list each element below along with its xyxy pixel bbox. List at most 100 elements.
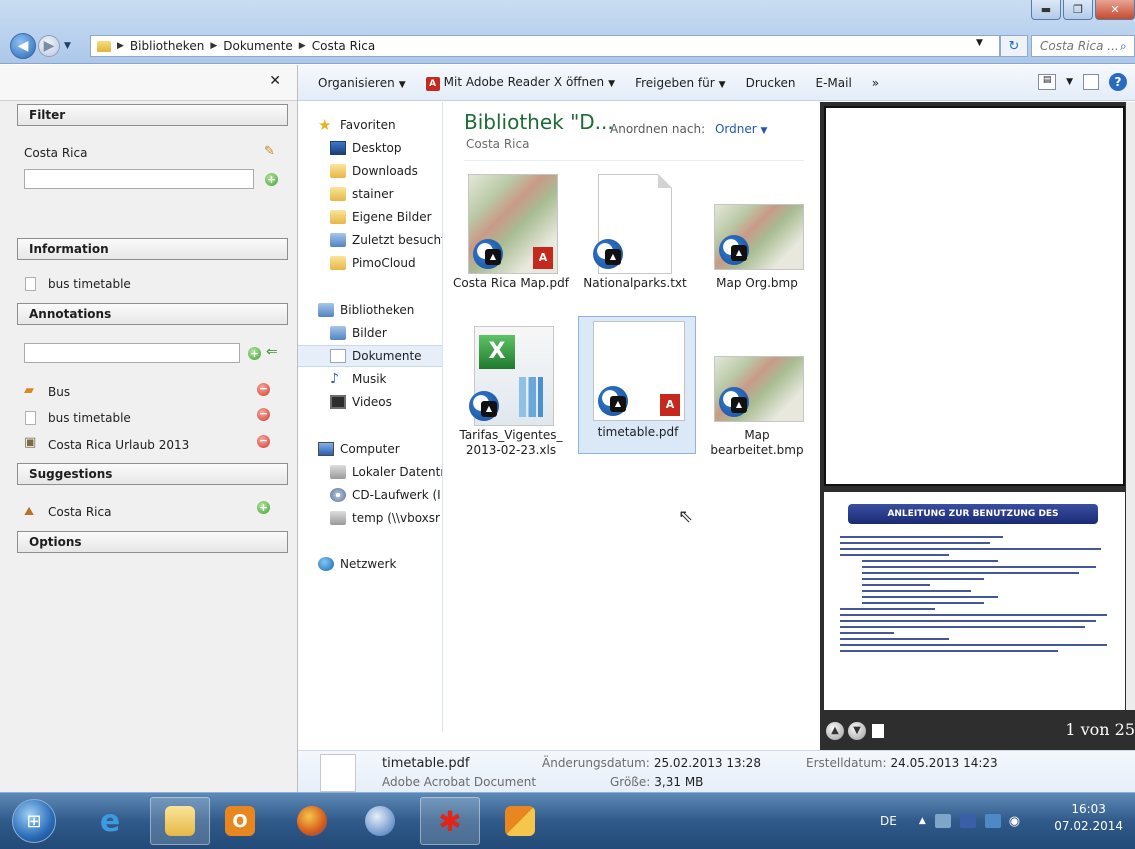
more-commands-button[interactable]: » <box>872 76 879 90</box>
clock-date: 07.02.2014 <box>1054 819 1123 833</box>
back-button[interactable]: ◀ <box>10 33 36 59</box>
file-costa-rica-map-pdf[interactable]: ▲ A Costa Rica Map.pdf <box>452 168 570 316</box>
address-dropdown-icon[interactable]: ▼ <box>976 38 983 48</box>
nav-documents[interactable]: Dokumente <box>298 345 442 367</box>
file-timetable-pdf[interactable]: ▲ A timetable.pdf <box>578 316 696 454</box>
library-title: Bibliothek "D... <box>464 110 614 134</box>
taskbar-app-red[interactable]: ✱ <box>420 797 480 845</box>
help-icon[interactable]: ? <box>1109 73 1127 91</box>
taskbar-app-tiles[interactable] <box>490 797 550 845</box>
address-bar[interactable]: ▶ Bibliotheken ▶ Dokumente ▶ Costa Rica <box>90 35 1000 57</box>
add-annotation-icon[interactable]: + <box>248 347 261 360</box>
forward-button[interactable]: ▶ <box>38 35 60 57</box>
filter-input[interactable] <box>24 169 254 189</box>
hard-drive-icon <box>330 465 346 479</box>
breadcrumb-costa-rica[interactable]: Costa Rica <box>312 39 375 53</box>
nav-stainer[interactable]: stainer <box>330 183 442 205</box>
nav-cd-drive[interactable]: CD-Laufwerk (I <box>330 484 442 506</box>
close-button[interactable]: ✕ <box>1095 0 1135 20</box>
breadcrumb-separator-icon: ▶ <box>117 41 124 51</box>
remove-annotation-icon[interactable]: − <box>257 435 270 448</box>
nav-network[interactable]: Netzwerk <box>318 553 442 575</box>
edit-icon[interactable]: ✎ <box>264 144 280 160</box>
organize-button[interactable]: Organisieren ▼ <box>318 76 406 90</box>
display-tray-icon[interactable] <box>984 814 1001 828</box>
nav-images[interactable]: Bilder <box>330 322 442 344</box>
remove-annotation-icon[interactable]: − <box>257 408 270 421</box>
main-scrollbar[interactable] <box>1126 102 1135 710</box>
refresh-button[interactable]: ↻ <box>1000 35 1028 57</box>
arrow-left-icon[interactable]: ⇐ <box>266 344 278 360</box>
clock[interactable]: 16:03 07.02.2014 <box>1054 801 1123 835</box>
close-icon[interactable]: ✕ <box>269 73 281 89</box>
taskbar-internet-explorer[interactable]: e <box>80 797 140 845</box>
nav-favorites[interactable]: ★ Favoriten <box>318 114 442 136</box>
open-with-adobe-button[interactable]: A Mit Adobe Reader X öffnen ▼ <box>425 75 615 91</box>
add-suggestion-icon[interactable]: + <box>257 501 270 514</box>
share-button[interactable]: Freigeben für ▼ <box>635 76 726 90</box>
libraries-icon <box>318 303 334 317</box>
nav-libraries[interactable]: Bibliotheken <box>318 299 442 321</box>
network-tray-icon[interactable] <box>934 814 951 828</box>
media-tray-icon[interactable] <box>959 814 976 828</box>
annotation-item-bus-timetable[interactable]: bus timetable <box>48 411 131 425</box>
options-panel-header[interactable]: Options <box>17 531 288 553</box>
suggestion-item-costa-rica[interactable]: Costa Rica <box>48 505 111 519</box>
nav-desktop[interactable]: Desktop <box>330 137 442 159</box>
network-drive-icon <box>330 511 346 525</box>
breadcrumb-documents[interactable]: Dokumente <box>223 39 293 53</box>
breadcrumb-libraries[interactable]: Bibliotheken <box>130 39 204 53</box>
search-icon[interactable]: ⌕ <box>1120 39 1127 54</box>
nav-downloads[interactable]: Downloads <box>330 160 442 182</box>
sync-icon[interactable]: ◉ <box>1009 814 1020 829</box>
file-tarifas-xls[interactable]: X ▲ Tarifas_Vigentes_ 2013-02-23.xls <box>452 320 570 470</box>
information-panel-header[interactable]: Information <box>17 238 288 260</box>
nav-pimocloud[interactable]: PimoCloud <box>330 252 442 274</box>
annotation-item-costa-rica-urlaub[interactable]: Costa Rica Urlaub 2013 <box>48 438 189 452</box>
nav-recent[interactable]: Zuletzt besucht <box>330 229 443 251</box>
search-input[interactable] <box>1040 39 1120 53</box>
next-page-button[interactable]: ▼ <box>848 722 866 740</box>
language-indicator[interactable]: DE <box>880 814 897 828</box>
preview-pane-icon[interactable] <box>1083 74 1099 90</box>
arrange-dropdown[interactable]: Ordner ▼ <box>715 122 767 136</box>
filter-label: Costa Rica <box>24 146 88 160</box>
taskbar-thunderbird[interactable] <box>350 797 410 845</box>
annotations-panel-header[interactable]: Annotations <box>17 303 288 325</box>
view-dropdown-icon[interactable]: ▼ <box>1066 77 1073 87</box>
folder-icon <box>97 40 111 52</box>
nav-pictures[interactable]: Eigene Bilder <box>330 206 442 228</box>
page-icon[interactable] <box>872 724 884 738</box>
history-dropdown-icon[interactable]: ▼ <box>64 41 71 51</box>
filter-panel-header[interactable]: Filter <box>17 104 288 126</box>
maximize-button[interactable]: ❐ <box>1063 0 1093 20</box>
taskbar-firefox[interactable] <box>282 797 342 845</box>
minimize-button[interactable]: ▬ <box>1031 0 1061 20</box>
nav-computer[interactable]: Computer <box>318 438 442 460</box>
taskbar-explorer[interactable] <box>150 797 210 845</box>
nav-videos[interactable]: Videos <box>330 391 442 413</box>
preview-pane: ANLEITUNG ZUR BENUTZUNG DES BUSFAHRPLANS… <box>820 102 1135 750</box>
nav-local-drive[interactable]: Lokaler Datentr <box>330 461 442 483</box>
taskbar-outlook[interactable]: O <box>210 797 270 845</box>
nav-label: Zuletzt besucht <box>352 233 443 247</box>
annotation-input[interactable] <box>24 343 240 363</box>
nav-music[interactable]: ♪ Musik <box>330 368 442 390</box>
email-button[interactable]: E-Mail <box>815 76 851 90</box>
share-label: Freigeben für <box>635 75 715 90</box>
show-hidden-icons-icon[interactable]: ▲ <box>919 816 926 826</box>
previous-page-button[interactable]: ▲ <box>826 722 844 740</box>
change-view-icon[interactable]: ▤ <box>1038 74 1057 90</box>
suggestions-panel-header[interactable]: Suggestions <box>17 463 288 485</box>
clock-time: 16:03 <box>1071 802 1106 816</box>
print-button[interactable]: Drucken <box>746 76 796 90</box>
file-nationalparks-txt[interactable]: ▲ Nationalparks.txt <box>576 168 694 316</box>
remove-annotation-icon[interactable]: − <box>257 383 270 396</box>
file-map-bearbeitet-bmp[interactable]: ▲ Map bearbeitet.bmp <box>698 320 816 470</box>
information-item[interactable]: bus timetable <box>48 277 131 291</box>
annotation-item-bus[interactable]: Bus <box>48 385 70 399</box>
file-map-org-bmp[interactable]: ▲ Map Org.bmp <box>698 168 816 316</box>
nav-temp-share[interactable]: temp (\\vboxsr <box>330 507 442 529</box>
add-filter-icon[interactable]: + <box>265 173 278 186</box>
start-button[interactable]: ⊞ <box>12 799 56 843</box>
